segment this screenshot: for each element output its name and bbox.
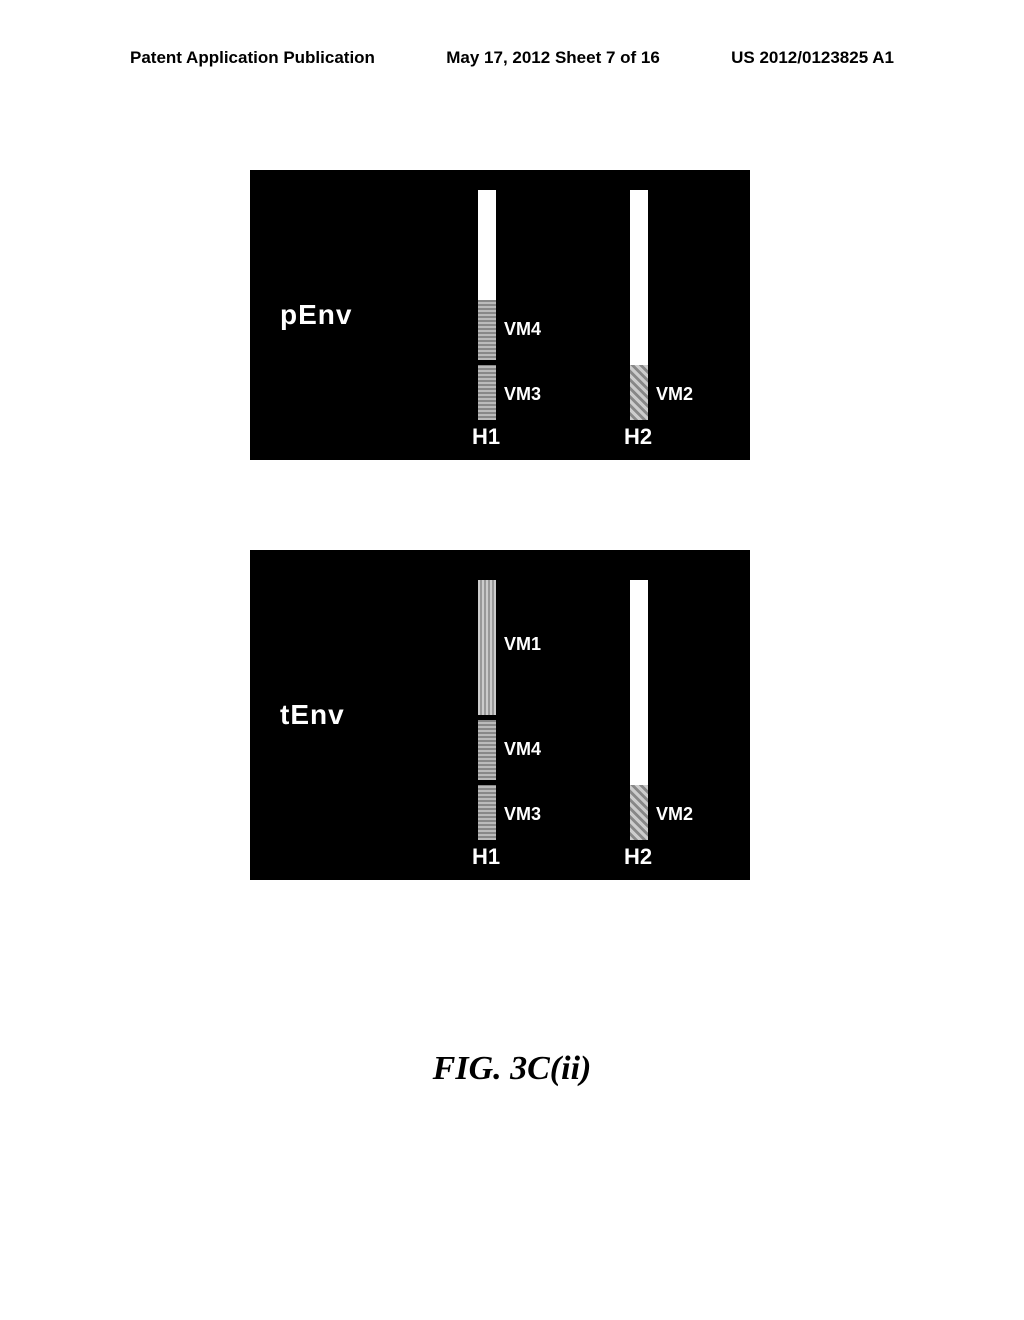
penv-h2-vm2-segment [630, 365, 648, 420]
figure-caption: FIG. 3C(ii) [0, 1050, 1024, 1088]
header-center: May 17, 2012 Sheet 7 of 16 [446, 48, 660, 68]
tenv-vm1-label: VM1 [504, 634, 541, 655]
tenv-h1-vm4-segment [478, 720, 496, 780]
penv-h1-vm3-segment [478, 365, 496, 420]
penv-h2-free-segment [630, 190, 648, 365]
tenv-h1-label: H1 [472, 844, 500, 870]
tenv-h1-vm1-segment [478, 580, 496, 715]
penv-h1-free-segment [478, 190, 496, 300]
tenv-vm2-label: VM2 [656, 804, 693, 825]
tenv-h2-label: H2 [624, 844, 652, 870]
penv-h1-label: H1 [472, 424, 500, 450]
page-header: Patent Application Publication May 17, 2… [0, 48, 1024, 68]
penv-label: pEnv [280, 299, 352, 331]
penv-h2-label: H2 [624, 424, 652, 450]
penv-h1-vm4-segment [478, 300, 496, 360]
header-right: US 2012/0123825 A1 [731, 48, 894, 68]
tenv-h1-vm3-segment [478, 785, 496, 840]
tenv-vm3-label: VM3 [504, 804, 541, 825]
tenv-h2-free-segment [630, 580, 648, 785]
tenv-h2-vm2-segment [630, 785, 648, 840]
penv-vm2-label: VM2 [656, 384, 693, 405]
panel-tenv: tEnv VM3 VM4 VM1 VM2 H1 H2 [250, 550, 750, 880]
penv-vm3-label: VM3 [504, 384, 541, 405]
tenv-label: tEnv [280, 699, 345, 731]
tenv-vm4-label: VM4 [504, 739, 541, 760]
header-left: Patent Application Publication [130, 48, 375, 68]
penv-vm4-label: VM4 [504, 319, 541, 340]
panel-penv: pEnv VM3 VM4 VM2 H1 H2 [250, 170, 750, 460]
